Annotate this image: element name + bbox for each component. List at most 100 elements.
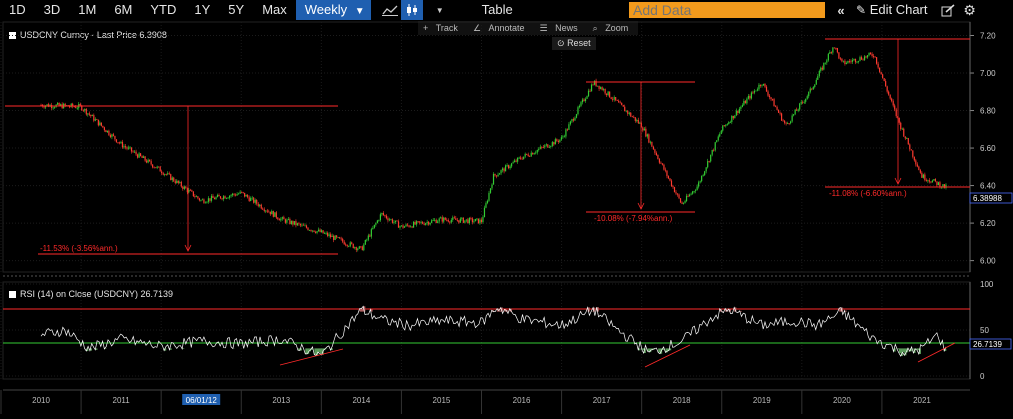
price-candle-body <box>69 106 71 108</box>
price-candle-body <box>245 195 247 197</box>
period-max[interactable]: Max <box>253 0 296 20</box>
rsi-oversold-fill <box>323 348 326 351</box>
price-candle-body <box>701 175 703 182</box>
price-candle-body <box>428 221 430 225</box>
price-candle-body <box>465 219 467 221</box>
price-candle-body <box>277 217 279 220</box>
price-candle-body <box>919 170 921 173</box>
price-candle-body <box>459 218 461 223</box>
period-1m[interactable]: 1M <box>69 0 105 20</box>
price-candle-body <box>678 194 680 199</box>
price-candle-body <box>287 219 289 220</box>
price-candle-body <box>361 246 363 251</box>
price-candle-body <box>52 107 54 109</box>
price-candle-body <box>827 53 829 61</box>
rsi-overbought-fill <box>725 308 728 312</box>
price-candle-body <box>901 128 903 130</box>
chart-type-chevron-icon[interactable]: ▼ <box>429 0 451 20</box>
rsi-arrow-3 <box>917 342 956 363</box>
price-candle-body <box>271 211 273 215</box>
price-candle-body <box>618 100 620 103</box>
price-candle-body <box>553 142 555 145</box>
gear-icon[interactable]: ⚙ <box>959 0 981 20</box>
rsi-oversold-fill <box>652 348 655 350</box>
price-candle-body <box>716 140 718 143</box>
edit-settings-icon[interactable] <box>937 0 959 20</box>
price-candle-body <box>444 217 446 220</box>
price-candle-body <box>91 115 93 117</box>
price-candle-body <box>293 221 296 225</box>
price-candle-body <box>453 217 455 219</box>
price-candle-body <box>360 246 362 248</box>
price-candle-body <box>230 195 232 197</box>
zoom-tool[interactable]: ⌕ Zoom <box>588 21 639 35</box>
x-tick-label: 2011 <box>113 396 131 405</box>
price-candle-body <box>280 218 282 221</box>
track-tool[interactable]: + Track <box>418 21 468 35</box>
price-candle-body <box>127 147 130 149</box>
rsi-oversold-fill <box>321 348 324 355</box>
price-candle-body <box>142 156 145 158</box>
annotate-tool[interactable]: ∠ Annotate <box>468 21 535 35</box>
price-candle-body <box>787 123 789 124</box>
price-candle-body <box>456 219 458 221</box>
price-candle-body <box>135 151 137 155</box>
rsi-oversold-fill <box>308 348 312 352</box>
interval-dropdown[interactable]: Weekly ▼ <box>295 0 371 20</box>
price-candle-body <box>75 106 77 109</box>
price-y-tick-label: 6.60 <box>980 144 996 153</box>
rsi-oversold-fill <box>900 348 903 357</box>
price-candle-body <box>63 103 65 109</box>
price-candle-body <box>817 76 819 80</box>
price-candle-body <box>780 113 783 121</box>
price-candle-body <box>450 219 452 223</box>
price-candle-body <box>826 60 828 63</box>
price-candle-body <box>476 218 478 220</box>
price-candle-body <box>73 106 75 108</box>
price-candle-body <box>334 235 336 240</box>
price-candle-body <box>557 141 559 142</box>
price-candle-body <box>877 63 879 68</box>
price-candle-body <box>682 202 685 204</box>
collapse-icon[interactable]: « <box>830 0 852 20</box>
price-candle-body <box>281 217 283 219</box>
price-candle-body <box>791 115 793 122</box>
price-candle-body <box>467 219 469 224</box>
edit-chart-button[interactable]: ✎ Edit Chart <box>852 0 937 20</box>
period-1y[interactable]: 1Y <box>185 0 219 20</box>
price-candle-body <box>447 220 449 222</box>
add-data-input[interactable] <box>629 2 825 18</box>
price-candle-body <box>87 113 89 115</box>
period-6m[interactable]: 6M <box>105 0 141 20</box>
price-candle-body <box>289 219 291 224</box>
price-candle-body <box>925 180 927 181</box>
price-candle-body <box>343 241 345 245</box>
price-candle-body <box>928 180 930 182</box>
price-candle-body <box>681 202 683 204</box>
period-3d[interactable]: 3D <box>35 0 70 20</box>
price-candle-body <box>823 63 825 70</box>
price-candle-body <box>379 214 381 221</box>
price-candle-body <box>78 104 80 108</box>
price-candle-body <box>186 188 188 193</box>
reset-zoom-button[interactable]: ⊙ Reset <box>552 37 596 50</box>
price-candle-body <box>352 243 354 249</box>
period-1d[interactable]: 1D <box>0 0 35 20</box>
price-candle-body <box>535 152 537 154</box>
line-chart-icon[interactable] <box>379 0 401 20</box>
period-5y[interactable]: 5Y <box>219 0 253 20</box>
price-candle-body <box>590 84 593 92</box>
price-candle-body <box>785 122 787 124</box>
news-tool[interactable]: ☰ News <box>535 21 588 35</box>
price-candle-body <box>572 119 575 121</box>
period-ytd[interactable]: YTD <box>141 0 185 20</box>
price-candle-body <box>711 149 713 155</box>
rsi-overbought-fill <box>841 307 844 312</box>
price-candle-body <box>501 168 504 171</box>
rsi-arrow-2 <box>644 344 691 368</box>
table-button[interactable]: Table <box>473 0 522 20</box>
x-tick-label: 2018 <box>673 396 691 405</box>
candlestick-icon[interactable] <box>400 0 423 20</box>
price-candle-body <box>491 184 493 189</box>
price-candle-body <box>615 97 617 101</box>
